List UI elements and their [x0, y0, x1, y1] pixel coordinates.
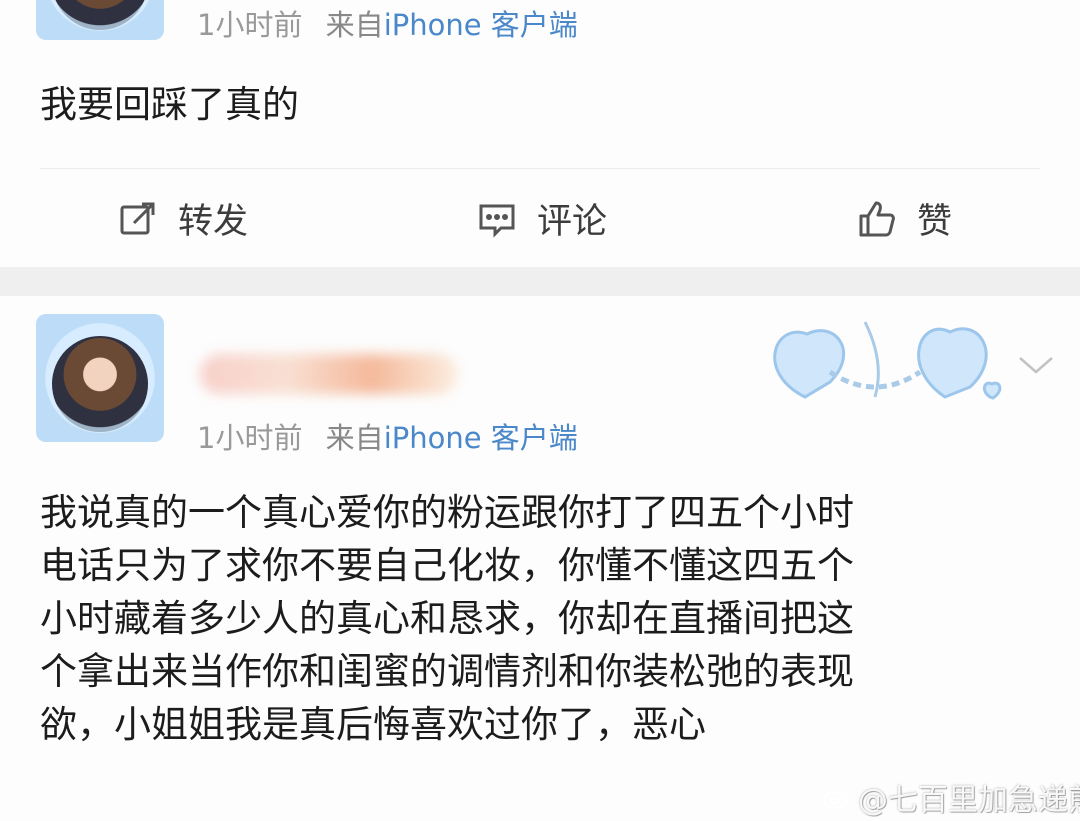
post-device[interactable]: iPhone 客户端	[384, 421, 578, 455]
like-label: 赞	[917, 202, 953, 242]
avatar[interactable]	[36, 0, 164, 40]
watermark-text: @七百里加急递煎饼	[858, 783, 1080, 818]
post-text: 我要回踩了真的	[40, 83, 299, 126]
post-text-line: 我说真的一个真心爱你的粉运跟你打了四五个小时	[40, 491, 854, 534]
post-meta: 1小时前 来自iPhone 客户端	[197, 415, 578, 457]
like-button[interactable]: 赞	[857, 193, 952, 244]
repost-icon	[120, 202, 155, 234]
action-bar-divider	[40, 168, 1040, 169]
comment-button[interactable]: 评论	[477, 193, 607, 244]
username-blurred[interactable]	[200, 354, 458, 394]
hearts-chain-decoration-icon	[773, 321, 1002, 400]
post-text-line: 个拿出来当作你和闺蜜的调情剂和你装松弛的表现	[40, 650, 854, 693]
post-meta: 1小时前 来自iPhone 客户端	[197, 2, 578, 44]
post-text-line: 小时藏着多少人的真心和恳求，你却在直播间把这	[40, 597, 854, 640]
comment-icon	[479, 204, 515, 238]
post-source-prefix: 来自	[325, 8, 384, 42]
post-card-2: 1小时前 来自iPhone 客户端 我说真的一个真心爱你的粉运跟你打了四五个小时…	[0, 296, 1080, 821]
comment-label: 评论	[537, 202, 608, 242]
weibo-logo-icon	[823, 787, 850, 809]
post-text-line: 欲，小姐姐我是真后悔喜欢过你了，恶心	[40, 703, 706, 746]
post-text: 我说真的一个真心爱你的粉运跟你打了四五个小时 电话只为了求你不要自己化妆，你懂不…	[40, 486, 854, 751]
post-source-prefix: 来自	[325, 421, 384, 455]
post-time: 1小时前	[197, 8, 303, 42]
watermark: @七百里加急递煎饼	[822, 775, 1080, 819]
post-card-1: 1小时前 来自iPhone 客户端 我要回踩了真的 转发 评论 赞	[0, 0, 1080, 267]
avatar[interactable]	[36, 314, 164, 442]
like-icon	[859, 201, 895, 236]
post-text-line: 电话只为了求你不要自己化妆，你懂不懂这四五个	[40, 544, 854, 587]
repost-label: 转发	[178, 202, 249, 242]
post-device[interactable]: iPhone 客户端	[384, 8, 578, 42]
post-time: 1小时前	[197, 421, 303, 455]
post-separator	[0, 267, 1080, 296]
repost-button[interactable]: 转发	[118, 193, 248, 244]
chevron-down-icon[interactable]	[1016, 354, 1056, 376]
